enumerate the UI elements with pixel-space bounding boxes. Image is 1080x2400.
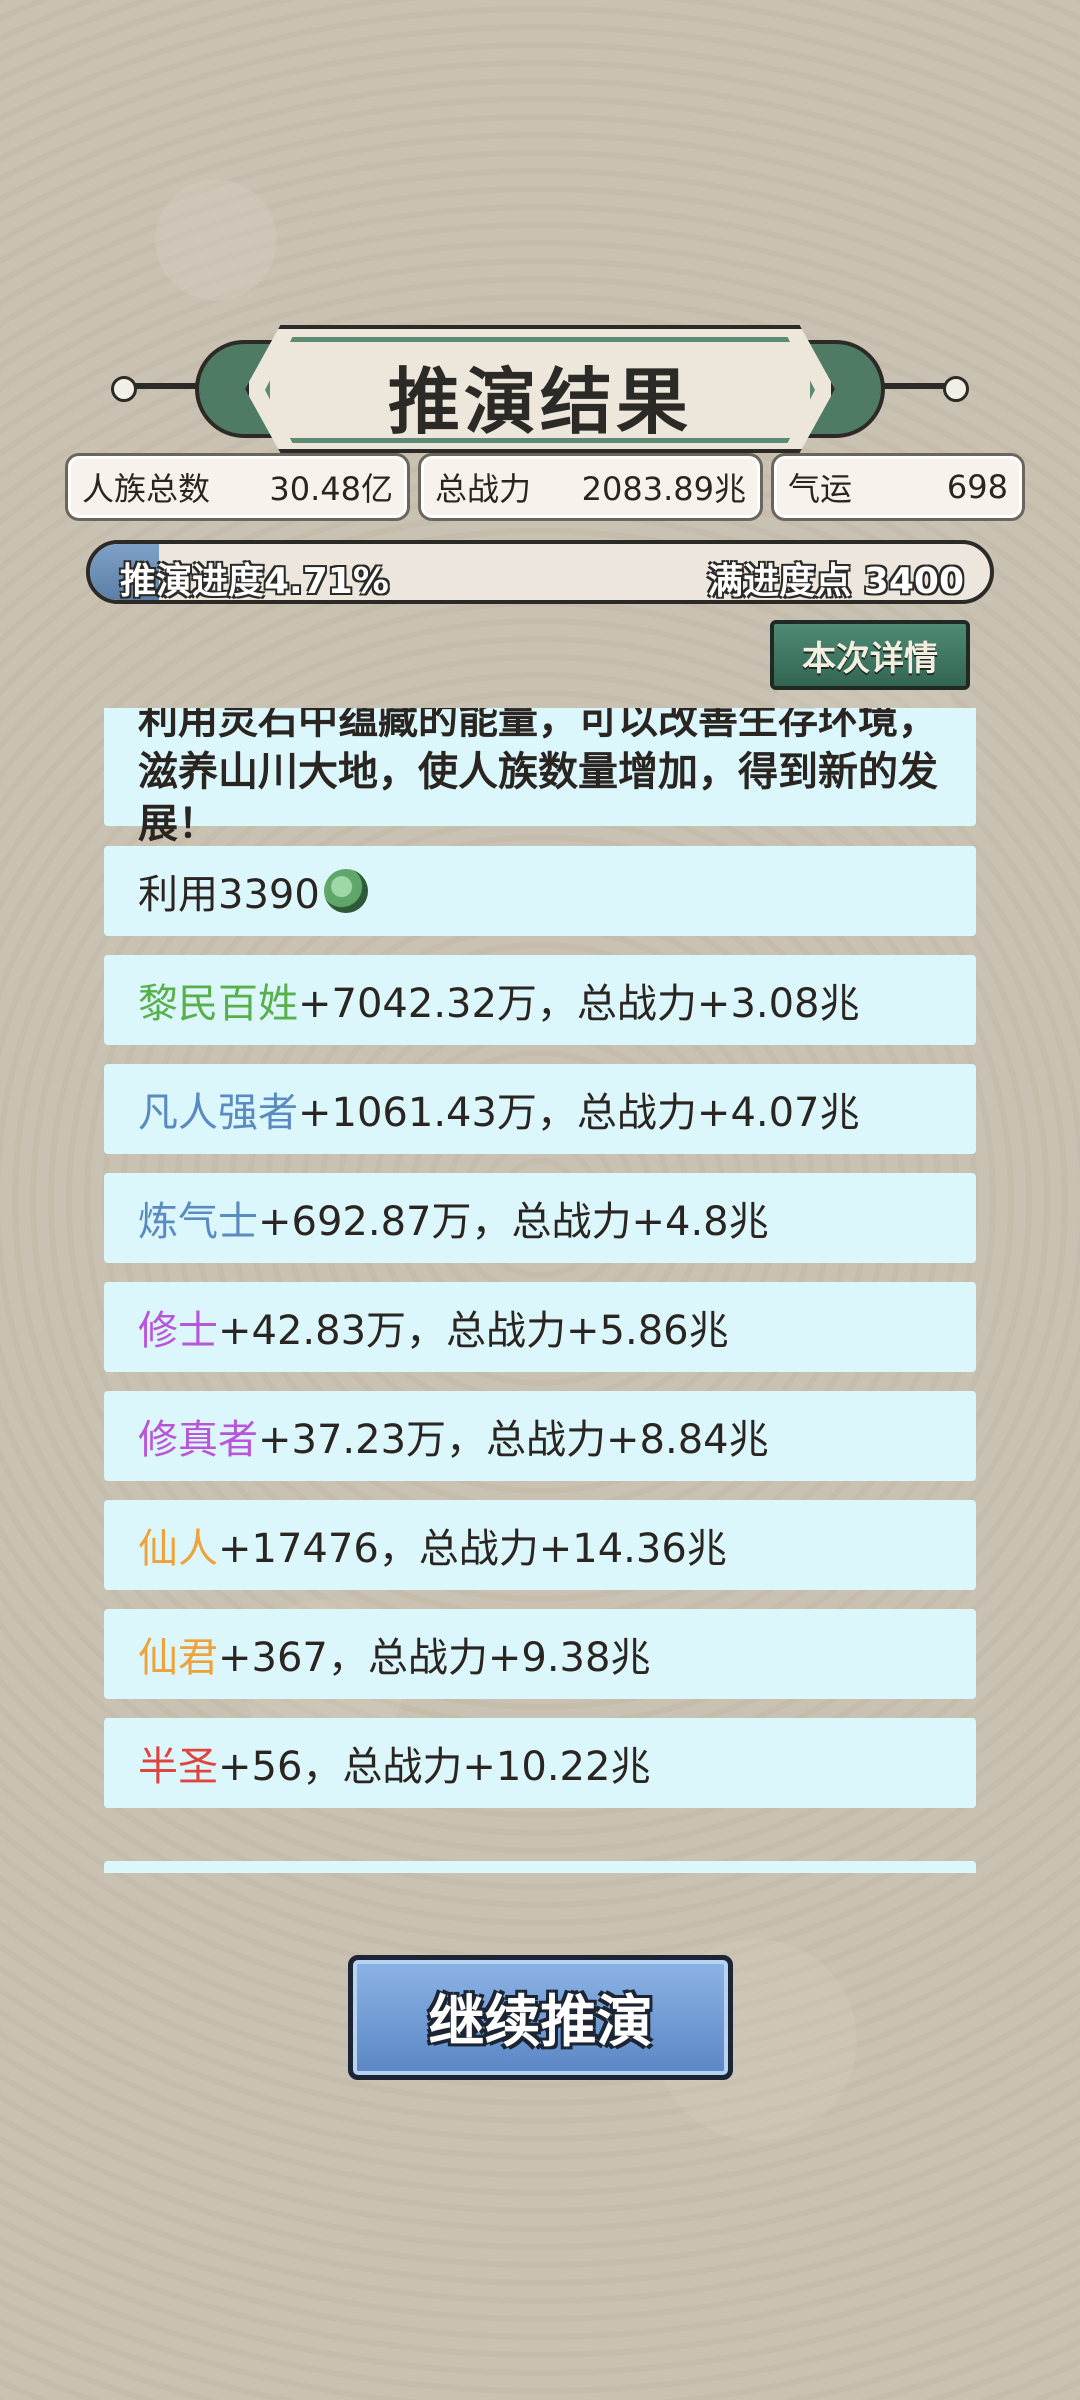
result-detail: +37.23万，总战力+8.84兆 bbox=[258, 1417, 769, 1463]
stats-row: 人族总数 30.48亿 总战力 2083.89兆 气运 698 bbox=[65, 453, 1025, 525]
result-name: 炼气士 bbox=[138, 1199, 258, 1245]
result-detail: +692.87万，总战力+4.8兆 bbox=[258, 1199, 769, 1245]
result-detail: +1061.43万，总战力+4.07兆 bbox=[298, 1090, 860, 1136]
list-item-partial bbox=[104, 1861, 976, 1873]
stat-population-label: 人族总数 bbox=[82, 470, 211, 508]
stat-power-value: 2083.89兆 bbox=[581, 470, 746, 508]
result-name: 仙君 bbox=[138, 1635, 218, 1681]
stat-luck-value: 698 bbox=[946, 468, 1008, 506]
result-name: 黎民百姓 bbox=[138, 981, 298, 1027]
result-detail: +42.83万，总战力+5.86兆 bbox=[218, 1308, 729, 1354]
list-item: 修真者 +37.23万，总战力+8.84兆 bbox=[104, 1391, 976, 1481]
list-item: 炼气士 +692.87万，总战力+4.8兆 bbox=[104, 1173, 976, 1263]
result-name: 修真者 bbox=[138, 1417, 258, 1463]
stat-population-value: 30.48亿 bbox=[269, 470, 393, 508]
result-detail: +56，总战力+10.22兆 bbox=[218, 1744, 651, 1790]
result-name: 半圣 bbox=[138, 1744, 218, 1790]
list-item: 凡人强者 +1061.43万，总战力+4.07兆 bbox=[104, 1064, 976, 1154]
result-name: 仙人 bbox=[138, 1526, 218, 1572]
result-detail: +7042.32万，总战力+3.08兆 bbox=[298, 981, 860, 1027]
page-title: 推演结果 bbox=[387, 359, 692, 444]
details-button[interactable]: 本次详情 bbox=[770, 620, 970, 690]
use-text: 利用3390 bbox=[138, 872, 320, 918]
result-name: 修士 bbox=[138, 1308, 218, 1354]
list-item: 修士 +42.83万，总战力+5.86兆 bbox=[104, 1282, 976, 1372]
stat-power: 总战力 2083.89兆 bbox=[418, 453, 763, 521]
result-detail: +17476，总战力+14.36兆 bbox=[218, 1526, 727, 1572]
list-item: 半圣 +56，总战力+10.22兆 bbox=[104, 1718, 976, 1808]
progress-label: 推演进度4.71% bbox=[120, 561, 389, 602]
progress-max-label: 满进度点 3400 bbox=[707, 561, 964, 602]
stat-luck: 气运 698 bbox=[771, 453, 1025, 521]
list-item: 黎民百姓 +7042.32万，总战力+3.08兆 bbox=[104, 955, 976, 1045]
result-detail: +367，总战力+9.38兆 bbox=[218, 1635, 651, 1681]
result-name: 凡人强者 bbox=[138, 1090, 298, 1136]
deduction-progress-bar: 推演进度4.71% 满进度点 3400 bbox=[86, 540, 994, 604]
continue-deduction-button[interactable]: 继续推演 bbox=[348, 1955, 733, 2080]
stat-population: 人族总数 30.48亿 bbox=[65, 453, 410, 521]
title-banner: 推演结果 bbox=[111, 325, 969, 453]
stat-luck-label: 气运 bbox=[788, 470, 853, 508]
spirit-stone-icon bbox=[323, 869, 368, 913]
stat-power-label: 总战力 bbox=[435, 470, 532, 508]
intro-card: 利用灵石中蕴藏的能量，可以改善生存环境，滋养山川大地，使人族数量增加，得到新的发… bbox=[104, 708, 976, 847]
use-card: 利用3390 bbox=[104, 846, 976, 936]
list-item: 仙人 +17476，总战力+14.36兆 bbox=[104, 1500, 976, 1590]
result-list[interactable]: 利用灵石中蕴藏的能量，可以改善生存环境，滋养山川大地，使人族数量增加，得到新的发… bbox=[104, 708, 976, 1873]
list-item: 仙君 +367，总战力+9.38兆 bbox=[104, 1609, 976, 1699]
